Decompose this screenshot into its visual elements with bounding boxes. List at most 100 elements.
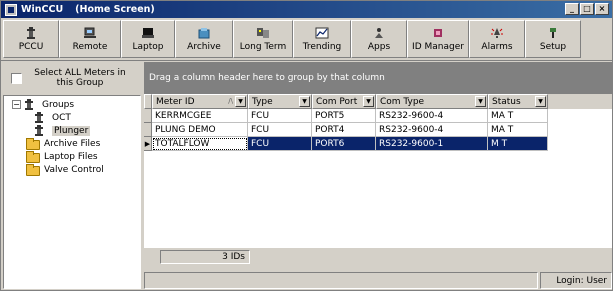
cell-meter-id[interactable]: TOTALFLOW (152, 137, 248, 151)
apps-icon (372, 27, 386, 39)
toolbar-button-pccu[interactable]: PCCU (3, 20, 59, 58)
toolbar-button-alarms[interactable]: Alarms (469, 20, 525, 58)
cell-com-port[interactable]: PORT5 (312, 109, 376, 123)
column-header-label: Com Port (316, 96, 358, 107)
toolbar-button-setup[interactable]: Setup (525, 20, 581, 58)
tree-item-label: Archive Files (44, 138, 101, 149)
archive-icon (197, 27, 211, 39)
select-all-checkbox[interactable] (11, 72, 22, 84)
group-by-hint: Drag a column header here to group by th… (149, 73, 385, 83)
toolbar-label: Apps (367, 41, 391, 52)
trending-icon (315, 27, 329, 39)
cell-com-type[interactable]: RS232-9600-4 (376, 109, 488, 123)
cell-type[interactable]: FCU (248, 137, 312, 151)
column-header-label: Com Type (380, 96, 425, 107)
toolbar-button-laptop[interactable]: Laptop (121, 20, 175, 58)
filter-dropdown-icon[interactable]: ▼ (299, 96, 310, 107)
group-tree: − Groups OCT Plunger Archive Files Lapto… (3, 95, 141, 289)
table-row[interactable]: PLUNG DEMO FCU PORT4 RS232-9600-4 MA T (144, 123, 612, 137)
tree-item-plunger[interactable]: Plunger (4, 124, 140, 137)
column-header-com-type[interactable]: Com Type ▼ (376, 94, 488, 109)
title-bar: WinCCU (Home Screen) _ □ × (1, 1, 612, 18)
filter-dropdown-icon[interactable]: ▼ (235, 96, 246, 107)
cell-meter-id[interactable]: KERRMCGEE (152, 109, 248, 123)
tree-item-label: Plunger (52, 125, 91, 136)
toolbar-label: PCCU (18, 41, 44, 52)
tree-item-label: Laptop Files (44, 151, 98, 162)
tree-item-valve-control[interactable]: Valve Control (4, 163, 140, 176)
table-row[interactable]: KERRMCGEE FCU PORT5 RS232-9600-4 MA T (144, 109, 612, 123)
toolbar: PCCU Remote Laptop Archive Long Term Tre… (1, 18, 612, 61)
grid-summary-bar: 3 IDs (144, 248, 612, 266)
tree-item-archive-files[interactable]: Archive Files (4, 137, 140, 150)
current-row-arrow-icon: ▶ (144, 137, 152, 151)
long-term-icon (256, 27, 270, 39)
status-panel-main (144, 272, 538, 289)
cell-type[interactable]: FCU (248, 109, 312, 123)
table-row-selected[interactable]: ▶ TOTALFLOW FCU PORT6 RS232-9600-1 M T (144, 137, 612, 151)
folder-icon (26, 164, 40, 176)
group-by-area[interactable]: Drag a column header here to group by th… (144, 62, 612, 94)
filter-dropdown-icon[interactable]: ▼ (475, 96, 486, 107)
tree-item-laptop-files[interactable]: Laptop Files (4, 150, 140, 163)
toolbar-label: Remote (72, 41, 108, 52)
record-count: 3 IDs (160, 250, 250, 264)
tree-item-oct[interactable]: OCT (4, 111, 140, 124)
meter-grid: Meter ID /\ ▼ Type ▼ Com Port ▼ Com Type… (144, 94, 612, 266)
app-icon (5, 3, 17, 16)
minimize-button[interactable]: _ (565, 3, 579, 15)
row-indicator[interactable] (144, 109, 152, 123)
toolbar-label: Archive (187, 41, 221, 52)
toolbar-button-trending[interactable]: Trending (293, 20, 351, 58)
filter-dropdown-icon[interactable]: ▼ (535, 96, 546, 107)
select-all-label: Select ALL Meters in this Group (34, 68, 126, 88)
column-header-label: Status (492, 96, 521, 107)
column-header-status[interactable]: Status ▼ (488, 94, 548, 109)
toolbar-button-archive[interactable]: Archive (175, 20, 233, 58)
collapse-icon[interactable]: − (12, 100, 21, 109)
cell-com-port[interactable]: PORT6 (312, 137, 376, 151)
laptop-icon (141, 27, 155, 39)
meter-icon (34, 112, 48, 123)
main-window: WinCCU (Home Screen) _ □ × PCCU Remote L… (0, 0, 613, 291)
cell-status[interactable]: MA T (488, 123, 548, 137)
cell-com-port[interactable]: PORT4 (312, 123, 376, 137)
column-header-type[interactable]: Type ▼ (248, 94, 312, 109)
login-status: Login: User (540, 272, 612, 289)
tree-item-label: Valve Control (44, 164, 104, 175)
window-title: WinCCU (21, 4, 64, 15)
grid-header: Meter ID /\ ▼ Type ▼ Com Port ▼ Com Type… (144, 94, 612, 109)
meter-icon (24, 99, 38, 110)
cell-com-type[interactable]: RS232-9600-1 (376, 137, 488, 151)
column-header-com-port[interactable]: Com Port ▼ (312, 94, 376, 109)
toolbar-button-apps[interactable]: Apps (351, 20, 407, 58)
column-header-meter-id[interactable]: Meter ID /\ ▼ (152, 94, 248, 109)
toolbar-button-id-manager[interactable]: ID Manager (407, 20, 469, 58)
column-header-label: Type (252, 96, 273, 107)
toolbar-button-long-term[interactable]: Long Term (233, 20, 293, 58)
cell-status[interactable]: MA T (488, 109, 548, 123)
cell-meter-id[interactable]: PLUNG DEMO (152, 123, 248, 137)
select-all-area: Select ALL Meters in this Group (1, 62, 144, 94)
filter-dropdown-icon[interactable]: ▼ (363, 96, 374, 107)
toolbar-label: ID Manager (412, 41, 464, 52)
tree-item-label: OCT (52, 112, 71, 123)
maximize-button[interactable]: □ (580, 3, 594, 15)
cell-status[interactable]: M T (488, 137, 548, 151)
toolbar-label: Long Term (239, 41, 287, 52)
remote-icon (83, 27, 97, 39)
sort-asc-icon: /\ (228, 97, 233, 105)
toolbar-label: Setup (539, 41, 567, 52)
row-indicator[interactable] (144, 123, 152, 137)
column-header-label: Meter ID (156, 96, 195, 107)
tree-item-groups[interactable]: − Groups (4, 98, 140, 111)
tree-item-label: Groups (42, 99, 75, 110)
cell-com-type[interactable]: RS232-9600-4 (376, 123, 488, 137)
cell-type[interactable]: FCU (248, 123, 312, 137)
toolbar-label: Alarms (481, 41, 513, 52)
close-button[interactable]: × (595, 3, 609, 15)
folder-icon (26, 138, 40, 150)
setup-icon (546, 27, 560, 39)
status-bar: Login: User (144, 271, 612, 290)
toolbar-button-remote[interactable]: Remote (59, 20, 121, 58)
